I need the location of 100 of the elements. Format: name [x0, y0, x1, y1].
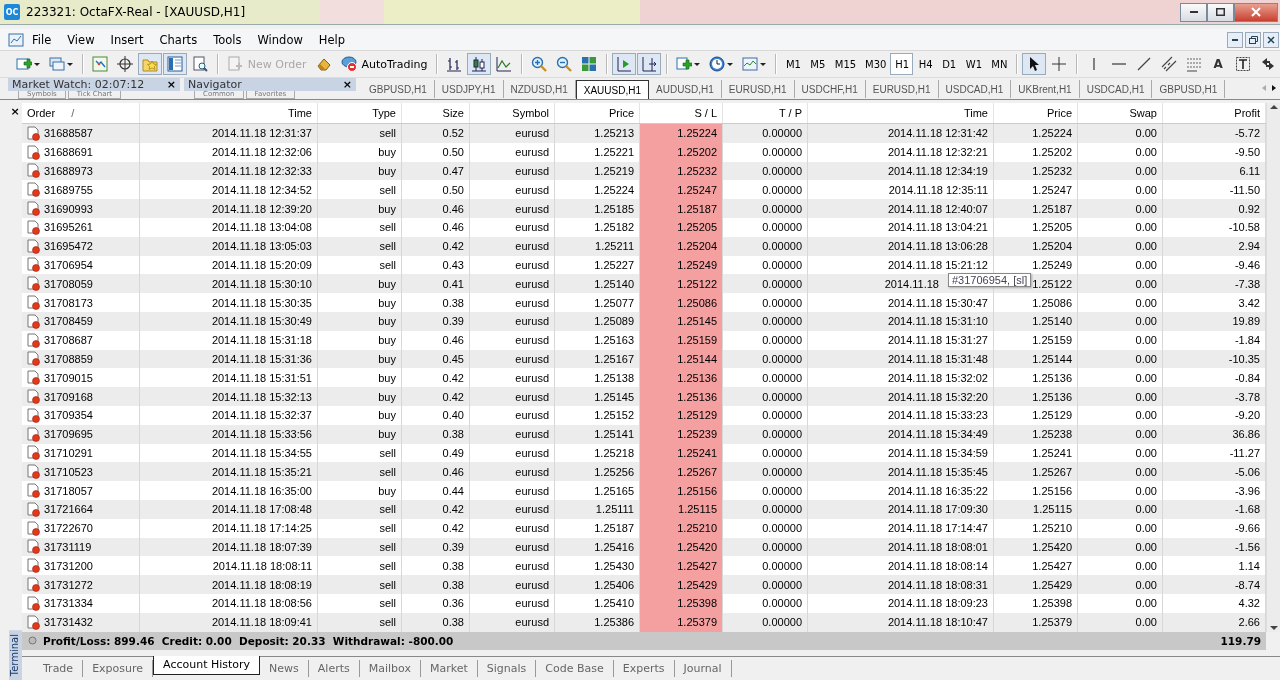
chart-window-icon[interactable] — [8, 31, 24, 48]
tiles-icon[interactable] — [581, 56, 598, 72]
close-button[interactable]: × — [166, 78, 176, 91]
menu-item[interactable]: File — [24, 30, 60, 49]
scroll-up-icon[interactable] — [1269, 103, 1279, 111]
timeframe-button[interactable]: D1 — [937, 53, 960, 75]
restore-button[interactable] — [1245, 31, 1261, 48]
close-button[interactable] — [1234, 2, 1278, 22]
toolbar-button[interactable]: AutoTrading — [336, 53, 432, 75]
terminal-tab[interactable]: Market — [421, 660, 478, 677]
table-cell: 2014.11.18 13:04:21 — [808, 218, 994, 237]
candlestick-icon[interactable] — [471, 56, 488, 72]
text-label-icon[interactable] — [1234, 56, 1251, 72]
chart-tab[interactable]: NZDUSD,H1 — [503, 80, 576, 98]
header-label[interactable]: Order — [27, 107, 56, 119]
terminal-tab[interactable]: Trade — [34, 660, 84, 677]
header-label[interactable]: Time — [963, 107, 988, 119]
terminal-tab[interactable]: Signals — [477, 660, 537, 677]
chart-tab[interactable]: EURUSD,H1 — [721, 80, 795, 98]
menu-item[interactable]: View — [59, 30, 103, 49]
caret-icon[interactable] — [727, 62, 733, 66]
maximize-button[interactable] — [1207, 2, 1234, 22]
panel-icon[interactable] — [166, 56, 183, 72]
timeframe-button[interactable]: MN — [986, 53, 1011, 75]
header-label[interactable]: Price — [1046, 107, 1072, 119]
menu-item[interactable]: Help — [310, 30, 354, 49]
scroll-down-icon[interactable] — [1269, 623, 1279, 632]
chart-tab[interactable]: USDJPY,H1 — [434, 80, 504, 98]
closed-order-icon — [27, 464, 40, 480]
chart-tab[interactable]: GBPUSD,H1 — [362, 80, 435, 98]
scrollbar[interactable] — [1266, 103, 1280, 632]
timeframe-button[interactable]: M5 — [805, 53, 829, 75]
minimize-button[interactable] — [1180, 2, 1207, 22]
eraser-icon[interactable] — [315, 56, 332, 72]
header-label[interactable]: Profit — [1234, 107, 1260, 119]
bar-chart-icon[interactable] — [446, 56, 463, 72]
scroll-right-icon[interactable] — [1271, 84, 1277, 92]
chart-tab[interactable]: USDCHF,H1 — [794, 80, 866, 98]
table-cell: 0.00 — [1078, 612, 1163, 632]
clock-icon[interactable] — [709, 56, 725, 72]
timeframe-button[interactable]: M30 — [860, 53, 890, 75]
table-cell: 0.00 — [1078, 311, 1163, 331]
text-tool-button[interactable]: A — [1206, 53, 1230, 75]
header-label[interactable]: Type — [372, 107, 396, 119]
header-label[interactable]: Size — [442, 107, 464, 119]
caret-icon[interactable] — [694, 62, 700, 66]
channel-icon[interactable] — [1160, 56, 1177, 72]
header-label[interactable]: T / P — [778, 107, 802, 119]
terminal-tab[interactable]: News — [260, 660, 309, 677]
table-cell: 1.25429 — [994, 575, 1078, 594]
header-label[interactable]: Swap — [1129, 107, 1157, 119]
caret-icon[interactable] — [760, 62, 766, 66]
autoscroll-icon[interactable] — [616, 56, 633, 72]
close-button[interactable]: × — [342, 78, 352, 91]
table-cell: 1.25429 — [640, 575, 723, 594]
timeframe-button[interactable]: M15 — [829, 53, 859, 75]
terminal-tab[interactable]: Mailbox — [359, 660, 421, 677]
zoom-out-icon[interactable] — [556, 56, 573, 72]
menu-item[interactable]: Charts — [151, 30, 206, 49]
chart-tab[interactable]: AUDUSD,H1 — [649, 80, 722, 98]
terminal-tab[interactable]: Code Base — [536, 660, 614, 677]
chart-tab[interactable]: UKBrent,H1 — [1011, 80, 1080, 98]
caret-icon[interactable] — [34, 62, 40, 66]
timeframe-button[interactable]: H1 — [890, 53, 913, 75]
terminal-tab[interactable]: Account History — [153, 655, 261, 675]
timeframe-button[interactable]: M1 — [780, 53, 805, 75]
minimize-button[interactable] — [1227, 31, 1243, 48]
magnifier-document-icon[interactable] — [191, 56, 208, 72]
chart-window-icon[interactable] — [91, 56, 108, 72]
closed-order-icon — [27, 370, 40, 386]
header-label[interactable]: Time — [287, 107, 312, 119]
template-icon[interactable] — [742, 56, 758, 72]
chart-shift-icon[interactable] — [641, 56, 658, 72]
header-label[interactable]: Price — [608, 107, 634, 119]
crosshair-icon[interactable] — [116, 56, 133, 72]
star-folder-icon[interactable] — [141, 56, 158, 72]
menu-item[interactable]: Window — [249, 30, 311, 49]
terminal-tab[interactable]: Journal — [674, 660, 732, 677]
line-chart-icon[interactable] — [496, 56, 513, 72]
chart-tab[interactable]: EURUSD,H1 — [865, 80, 939, 98]
add-indicator-icon[interactable] — [676, 56, 692, 72]
terminal-tab[interactable]: Experts — [613, 660, 675, 677]
timeframe-button[interactable]: W1 — [960, 53, 986, 75]
table-cell: 0.00000 — [723, 218, 808, 237]
caret-icon[interactable] — [67, 62, 73, 66]
trend-line-icon[interactable] — [1135, 56, 1152, 72]
timeframe-button[interactable]: H4 — [913, 53, 937, 75]
add-chart-icon[interactable] — [16, 56, 32, 72]
chart-tab[interactable]: GBPUSD,H1 — [1152, 80, 1226, 98]
close-button[interactable] — [1263, 31, 1279, 48]
chart-tab[interactable]: USDCAD,H1 — [1079, 80, 1153, 98]
chart-tab[interactable]: XAUUSD,H1 — [575, 80, 649, 99]
terminal-tab[interactable]: Alerts — [308, 660, 360, 677]
zoom-in-icon[interactable] — [531, 56, 548, 72]
close-button[interactable]: × — [10, 105, 20, 118]
header-label[interactable]: Symbol — [512, 107, 549, 119]
header-label[interactable]: S / L — [694, 107, 717, 119]
chart-tab[interactable]: USDCAD,H1 — [938, 80, 1012, 98]
menu-item[interactable]: Tools — [205, 30, 250, 49]
menu-item[interactable]: Insert — [102, 30, 152, 49]
